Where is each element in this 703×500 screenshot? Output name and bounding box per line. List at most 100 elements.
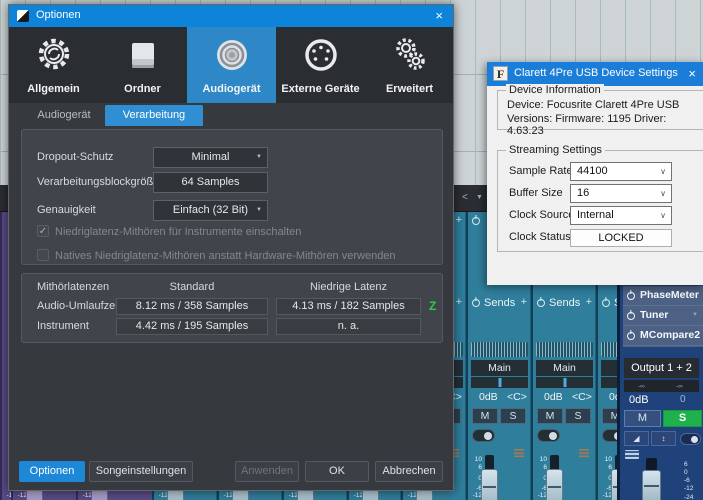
gain-value[interactable]: 0dB bbox=[544, 391, 563, 403]
chevron-down-icon: ∨ bbox=[660, 167, 666, 176]
sample-rate-dropdown[interactable]: 44100 ∨ bbox=[570, 162, 672, 181]
output-label[interactable]: Output 1 + 2 bbox=[624, 358, 699, 378]
power-icon[interactable] bbox=[627, 292, 635, 300]
song-settings-button[interactable]: Songeinstellungen bbox=[89, 461, 193, 482]
sends-header: Sends + bbox=[468, 296, 531, 312]
monitor-toggle[interactable] bbox=[680, 433, 701, 445]
chevron-down-icon[interactable]: ▼ bbox=[692, 312, 698, 318]
inserts-list: PhaseMeter Tuner ▼ MCompare2 bbox=[623, 286, 703, 347]
window-titlebar[interactable]: F Clarett 4Pre USB Device Settings × bbox=[487, 62, 703, 86]
solo-button[interactable]: S bbox=[565, 408, 591, 424]
mute-button[interactable]: M bbox=[472, 408, 498, 424]
subtab-verarbeitung[interactable]: Verarbeitung bbox=[105, 105, 203, 126]
close-icon[interactable]: × bbox=[435, 8, 443, 23]
insert-slot[interactable]: MCompare2 bbox=[623, 326, 703, 346]
group-heading: Device Information bbox=[506, 84, 604, 96]
mute-button[interactable]: M bbox=[624, 410, 661, 427]
sends-header: Sends + bbox=[533, 296, 596, 312]
tab-label: Erweitert bbox=[385, 83, 434, 95]
apply-button[interactable]: Anwenden bbox=[235, 461, 299, 482]
latency-value: 8.12 ms / 358 Samples bbox=[116, 298, 268, 315]
mute-button[interactable]: M bbox=[537, 408, 563, 424]
clock-source-dropdown[interactable]: Internal ∨ bbox=[570, 206, 672, 225]
pan-value[interactable]: 0 bbox=[680, 394, 686, 405]
field-label: Dropout-Schutz bbox=[37, 151, 114, 163]
insert-slot[interactable]: PhaseMeter bbox=[623, 286, 703, 306]
meter-left-value: -∞ bbox=[638, 383, 645, 390]
power-icon[interactable] bbox=[472, 299, 480, 307]
fader-handle[interactable] bbox=[642, 470, 661, 500]
dialog-title: Optionen bbox=[36, 9, 81, 21]
clock-status-value: LOCKED bbox=[570, 229, 672, 247]
fader-scale-label: -24 bbox=[684, 494, 694, 500]
ok-button[interactable]: OK bbox=[305, 461, 369, 482]
pan-value[interactable]: <C> bbox=[572, 391, 592, 403]
output-assign[interactable]: Main bbox=[536, 360, 593, 376]
pan-indicator[interactable] bbox=[536, 377, 593, 388]
dropout-schutz-dropdown[interactable]: Minimal ▼ bbox=[153, 147, 268, 168]
power-icon[interactable] bbox=[627, 332, 635, 340]
dropdown-value: 16 bbox=[577, 187, 590, 199]
output-assign[interactable]: Main bbox=[471, 360, 528, 376]
chevron-down-icon: ▼ bbox=[256, 207, 262, 213]
scroll-left-icon[interactable]: < bbox=[462, 192, 468, 203]
tab-label: Audiogerät bbox=[202, 83, 261, 95]
power-icon[interactable] bbox=[472, 217, 480, 225]
monitor-toggle[interactable] bbox=[537, 429, 560, 442]
dialog-titlebar[interactable]: Optionen × bbox=[9, 5, 453, 27]
dropdown-value: Internal bbox=[577, 209, 614, 221]
add-send-button[interactable]: + bbox=[456, 296, 462, 308]
tab-allgemein[interactable]: Allgemein bbox=[9, 27, 98, 103]
scroll-down-icon[interactable]: ▼ bbox=[476, 194, 483, 201]
add-send-button[interactable]: + bbox=[521, 296, 527, 308]
subtab-audiogeraet[interactable]: Audiogerät bbox=[23, 105, 105, 126]
fader-handle[interactable] bbox=[546, 469, 563, 500]
close-icon[interactable]: × bbox=[688, 66, 696, 81]
add-send-button[interactable]: + bbox=[586, 296, 592, 308]
cancel-button[interactable]: Abbrechen bbox=[375, 461, 443, 482]
native-low-latency-checkbox[interactable] bbox=[37, 249, 49, 261]
options-button[interactable]: Optionen bbox=[19, 461, 85, 482]
power-icon[interactable] bbox=[537, 299, 545, 307]
blockgroesse-value[interactable]: 64 Samples bbox=[153, 172, 268, 193]
field-value: 64 Samples bbox=[181, 176, 240, 188]
insert-name[interactable]: PhaseMeter bbox=[640, 289, 699, 301]
power-icon[interactable] bbox=[627, 312, 635, 320]
meter-badge bbox=[625, 450, 639, 459]
channel-menu-icon[interactable] bbox=[514, 448, 524, 457]
latency-value: 4.42 ms / 195 Samples bbox=[116, 318, 268, 335]
fader-handle[interactable] bbox=[481, 469, 498, 500]
monitor-toggle[interactable] bbox=[472, 429, 495, 442]
tab-externe-geraete[interactable]: Externe Geräte bbox=[276, 27, 365, 103]
buffer-size-dropdown[interactable]: 16 ∨ bbox=[570, 184, 672, 203]
gain-row: 0dB <C> bbox=[468, 391, 531, 405]
tab-audiogeraet[interactable]: Audiogerät bbox=[187, 27, 276, 103]
table-header: Standard bbox=[169, 281, 215, 293]
insert-name[interactable]: MCompare2 bbox=[640, 329, 700, 341]
fader-scale-label: 6 bbox=[543, 464, 547, 471]
genauigkeit-dropdown[interactable]: Einfach (32 Bit) ▼ bbox=[153, 200, 268, 221]
insert-name[interactable]: Tuner bbox=[640, 309, 668, 321]
pan-indicator[interactable] bbox=[471, 377, 528, 388]
tab-erweitert[interactable]: Erweitert bbox=[365, 27, 454, 103]
power-icon[interactable] bbox=[602, 299, 610, 307]
table-header: Mithörlatenzen bbox=[37, 281, 110, 293]
gain-value[interactable]: 0dB bbox=[629, 394, 649, 406]
fader-scale-label: 0 bbox=[684, 469, 688, 476]
insert-slot[interactable]: Tuner ▼ bbox=[623, 306, 703, 326]
solo-button[interactable]: S bbox=[663, 410, 702, 427]
ramp-icon[interactable]: ◢ bbox=[624, 431, 649, 446]
add-insert-button[interactable]: + bbox=[456, 214, 462, 226]
gain-value[interactable]: 0dB bbox=[479, 391, 498, 403]
fader-scale-label: 6 bbox=[478, 464, 482, 471]
channel-menu-icon[interactable] bbox=[579, 448, 589, 457]
tab-ordner[interactable]: Ordner bbox=[98, 27, 187, 103]
gear-icon bbox=[35, 33, 73, 80]
pan-ruler[interactable] bbox=[471, 342, 528, 357]
chevron-down-icon: ∨ bbox=[660, 211, 666, 220]
solo-button[interactable]: S bbox=[500, 408, 526, 424]
pan-value[interactable]: <C> bbox=[507, 391, 527, 403]
low-latency-checkbox[interactable]: ✓ bbox=[37, 225, 49, 237]
pan-ruler[interactable] bbox=[536, 342, 593, 357]
mono-icon[interactable]: ↕ bbox=[651, 431, 676, 446]
